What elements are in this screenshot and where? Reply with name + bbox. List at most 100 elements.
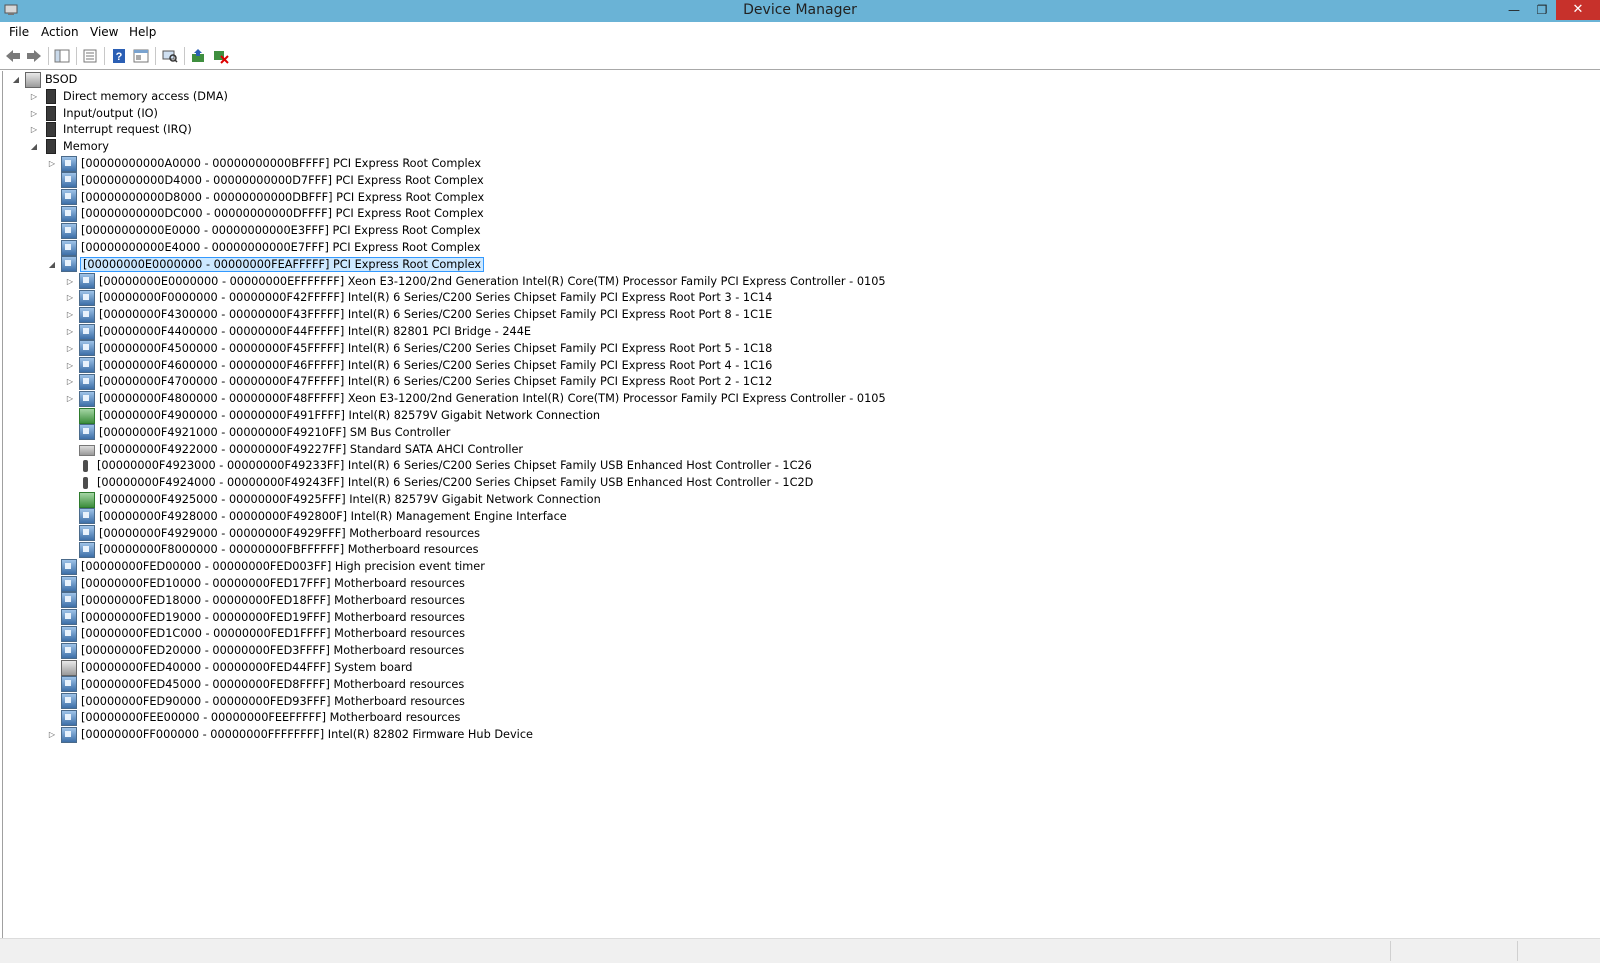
tree-node-label: [00000000E0000000 - 00000000FEAFFFFF] PC… xyxy=(79,256,485,272)
toolbar-separator xyxy=(184,47,185,65)
tree-node[interactable]: [00000000F4900000 - 00000000F491FFFF] In… xyxy=(65,407,600,424)
tree-node[interactable]: [00000000FED00000 - 00000000FED003FF] Hi… xyxy=(47,558,485,575)
device-icon xyxy=(79,525,95,542)
collapsed-arrow-icon[interactable]: ▷ xyxy=(65,343,75,353)
back-icon[interactable] xyxy=(3,46,23,66)
tree-node[interactable]: ◢ [00000000E0000000 - 00000000FEAFFFFF] P… xyxy=(47,256,485,273)
device-icon xyxy=(79,541,95,558)
collapsed-arrow-icon[interactable]: ▷ xyxy=(29,91,39,101)
tree-node[interactable]: [00000000FED40000 - 00000000FED44FFF] Sy… xyxy=(47,659,412,676)
tree-node[interactable]: [00000000F4924000 - 00000000F49243FF] In… xyxy=(65,474,813,491)
expanded-arrow-icon[interactable]: ◢ xyxy=(47,259,57,269)
tree-node[interactable]: [00000000F4923000 - 00000000F49233FF] In… xyxy=(65,457,812,474)
tree-node[interactable]: ▷ [00000000E0000000 - 00000000EFFFFFFF] X… xyxy=(65,273,886,290)
tree-root[interactable]: ◢ BSOD xyxy=(11,71,77,88)
menu-action[interactable]: Action xyxy=(41,25,79,39)
tree-node[interactable]: [00000000000E0000 - 00000000000E3FFF] PC… xyxy=(47,222,481,239)
tree-node-label: [00000000F4929000 - 00000000F4929FFF] Mo… xyxy=(99,526,481,540)
tree-node-label: [00000000FED00000 - 00000000FED003FF] Hi… xyxy=(81,560,485,574)
device-icon xyxy=(61,222,77,239)
tree-node[interactable]: [00000000000D4000 - 00000000000D7FFF] PC… xyxy=(47,172,484,189)
collapsed-arrow-icon[interactable]: ▷ xyxy=(65,377,75,387)
tree-root-label: BSOD xyxy=(45,73,78,86)
tree-node[interactable]: [00000000FED10000 - 00000000FED17FFF] Mo… xyxy=(47,575,465,592)
tree-node[interactable]: [00000000000E4000 - 00000000000E7FFF] PC… xyxy=(47,239,481,256)
collapsed-arrow-icon[interactable]: ▷ xyxy=(65,327,75,337)
tree-node[interactable]: ▷ [00000000F4700000 - 00000000F47FFFFF] I… xyxy=(65,373,772,390)
tree-node[interactable]: [00000000FED45000 - 00000000FED8FFFF] Mo… xyxy=(47,676,464,693)
device-icon xyxy=(79,424,95,441)
collapsed-arrow-icon[interactable]: ▷ xyxy=(65,394,75,404)
tree-node[interactable]: [00000000F8000000 - 00000000FBFFFFFF] Mo… xyxy=(65,541,479,558)
tree-node[interactable]: [00000000F4929000 - 00000000F4929FFF] Mo… xyxy=(65,525,480,542)
collapsed-arrow-icon[interactable]: ▷ xyxy=(65,360,75,370)
device-icon xyxy=(79,373,95,390)
memory-chip-icon xyxy=(46,139,56,155)
uninstall-icon[interactable] xyxy=(211,46,231,66)
tree-node[interactable]: ▷ [00000000F4300000 - 00000000F43FFFFF] I… xyxy=(65,306,772,323)
device-icon xyxy=(61,592,77,609)
minimize-button[interactable]: — xyxy=(1500,0,1528,20)
tree-node[interactable]: ▷ Interrupt request (IRQ) xyxy=(29,121,192,138)
menu-help[interactable]: Help xyxy=(129,25,156,39)
device-icon xyxy=(61,726,77,743)
tree-node-label: [00000000000E4000 - 00000000000E7FFF] PC… xyxy=(81,241,481,254)
tree-node[interactable]: ▷ [00000000F4500000 - 00000000F45FFFFF] I… xyxy=(65,340,772,357)
tree-node[interactable]: [00000000000DC000 - 00000000000DFFFF] PC… xyxy=(47,205,484,222)
tree-node[interactable]: [00000000F4928000 - 00000000F492800F] In… xyxy=(65,508,567,525)
menu-file[interactable]: File xyxy=(9,25,29,39)
tree-node[interactable]: [00000000000D8000 - 00000000000DBFFF] PC… xyxy=(47,189,484,206)
tree-node-label: [00000000000A0000 - 00000000000BFFFF] PC… xyxy=(81,157,482,170)
tree-node[interactable]: [00000000FED18000 - 00000000FED18FFF] Mo… xyxy=(47,592,465,609)
collapsed-arrow-icon[interactable]: ▷ xyxy=(65,276,75,286)
tree-node[interactable]: [00000000F4922000 - 00000000F49227FF] St… xyxy=(65,441,523,458)
help-icon[interactable]: ? xyxy=(109,46,129,66)
collapsed-arrow-icon[interactable]: ▷ xyxy=(47,159,57,169)
title-bar: Device Manager — ❐ ✕ xyxy=(0,0,1600,22)
update-driver-icon[interactable] xyxy=(188,46,208,66)
collapsed-arrow-icon[interactable]: ▷ xyxy=(29,108,39,118)
properties-icon[interactable] xyxy=(80,46,100,66)
scan-hardware-icon[interactable] xyxy=(160,46,180,66)
menu-view[interactable]: View xyxy=(90,25,118,39)
collapsed-arrow-icon[interactable]: ▷ xyxy=(65,310,75,320)
collapsed-arrow-icon[interactable]: ▷ xyxy=(29,125,39,135)
tree-node[interactable]: [00000000FED19000 - 00000000FED19FFF] Mo… xyxy=(47,609,465,626)
tree-node[interactable]: ▷ Input/output (IO) xyxy=(29,105,158,122)
tree-node[interactable]: ▷ [00000000F0000000 - 00000000F42FFFFF] I… xyxy=(65,289,772,306)
tree-node[interactable]: [00000000FEE00000 - 00000000FEEFFFFF] Mo… xyxy=(47,709,460,726)
collapsed-arrow-icon[interactable]: ▷ xyxy=(65,293,75,303)
tree-node-label: [00000000F4925000 - 00000000F4925FFF] In… xyxy=(99,493,601,506)
tree-node-label: [00000000F4800000 - 00000000F48FFFFF] Xe… xyxy=(99,392,886,406)
expanded-arrow-icon[interactable]: ◢ xyxy=(11,75,21,85)
usb-icon xyxy=(79,459,93,473)
expanded-arrow-icon[interactable]: ◢ xyxy=(29,142,39,152)
tree-node[interactable]: [00000000FED90000 - 00000000FED93FFF] Mo… xyxy=(47,693,465,710)
tree-node[interactable]: [00000000F4925000 - 00000000F4925FFF] In… xyxy=(65,491,601,508)
tree-node[interactable]: ▷ [00000000F4400000 - 00000000F44FFFFF] I… xyxy=(65,323,531,340)
show-hide-console-tree-icon[interactable] xyxy=(52,46,72,66)
tree-node-label: Interrupt request (IRQ) xyxy=(63,123,192,137)
tree-node[interactable]: ▷ [00000000F4800000 - 00000000F48FFFFF] X… xyxy=(65,390,886,407)
tree-node[interactable]: ◢ Memory xyxy=(29,138,109,155)
tree-node-label: [00000000000E0000 - 00000000000E3FFF] PC… xyxy=(81,224,481,238)
tree-node[interactable]: ▷ [00000000F4600000 - 00000000F46FFFFF] I… xyxy=(65,357,772,374)
close-button[interactable]: ✕ xyxy=(1556,0,1600,20)
tree-node[interactable]: [00000000F4921000 - 00000000F49210FF] SM… xyxy=(65,424,450,441)
device-icon xyxy=(61,642,77,659)
device-tree[interactable]: ◢ BSOD ▷ Direct memory access (DMA) ▷ Input… xyxy=(2,71,1599,938)
forward-icon[interactable] xyxy=(24,46,44,66)
tree-node[interactable]: ▷ [00000000FF000000 - 00000000FFFFFFFF] I… xyxy=(47,726,533,743)
tree-node[interactable]: ▷ [00000000000A0000 - 00000000000BFFFF] P… xyxy=(47,155,481,172)
collapsed-arrow-icon[interactable]: ▷ xyxy=(47,730,57,740)
restore-button[interactable]: ❐ xyxy=(1528,0,1556,20)
tree-node[interactable]: ▷ Direct memory access (DMA) xyxy=(29,88,228,105)
svg-text:?: ? xyxy=(116,51,123,63)
tree-node[interactable]: [00000000FED20000 - 00000000FED3FFFF] Mo… xyxy=(47,642,464,659)
tree-node[interactable]: [00000000FED1C000 - 00000000FED1FFFF] Mo… xyxy=(47,625,465,642)
view-icon[interactable] xyxy=(131,46,151,66)
